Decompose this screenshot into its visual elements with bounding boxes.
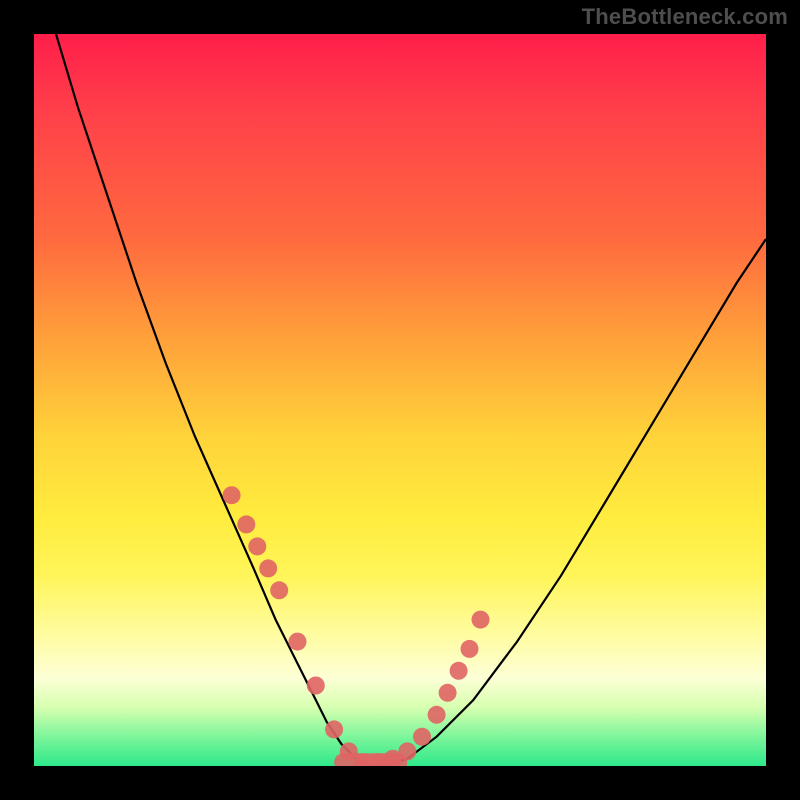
data-dot — [270, 581, 288, 599]
data-dot — [307, 677, 325, 695]
data-dot — [450, 662, 468, 680]
watermark-text: TheBottleneck.com — [582, 4, 788, 30]
chart-frame: TheBottleneck.com — [0, 0, 800, 800]
chart-overlay-svg — [34, 34, 766, 766]
data-dot — [289, 633, 307, 651]
data-dot — [398, 742, 416, 760]
data-dot — [461, 640, 479, 658]
data-dot — [223, 486, 241, 504]
data-dot — [325, 720, 343, 738]
data-dot — [472, 611, 490, 629]
data-dot — [439, 684, 457, 702]
curve-group — [56, 34, 766, 766]
data-dot — [428, 706, 446, 724]
bottleneck-curve — [56, 34, 766, 766]
data-dot — [248, 537, 266, 555]
data-dot — [413, 728, 431, 746]
data-dot — [340, 742, 358, 760]
data-dot — [259, 559, 277, 577]
data-dot — [237, 515, 255, 533]
